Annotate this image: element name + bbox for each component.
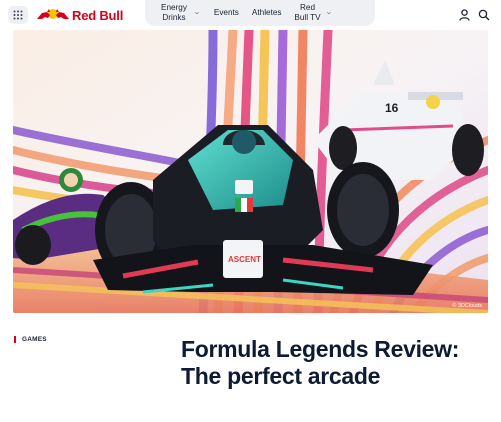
grid-menu-button[interactable] [8, 6, 28, 24]
category-tag[interactable]: GAMES [14, 336, 47, 343]
user-icon[interactable] [459, 9, 470, 21]
nav-red-bull-tv[interactable]: Red Bull TV ⌄ [293, 3, 332, 23]
chevron-down-icon: ⌄ [324, 9, 333, 16]
nav-events-label: Events [213, 8, 239, 17]
racing-cars-illustration: 16 ASCENT [13, 30, 488, 313]
nav-athletes[interactable]: Athletes [252, 8, 282, 18]
article-title: Formula Legends Review: The perfect arca… [181, 336, 460, 389]
site-header: Red Bull Energy Drinks ⌄ Events Athletes… [0, 0, 501, 30]
nav-athletes-label: Athletes [251, 8, 282, 17]
category-label: GAMES [22, 336, 47, 343]
search-icon[interactable] [478, 9, 490, 21]
red-bull-logo-icon [37, 9, 69, 19]
red-bull-logo[interactable]: Red Bull [36, 5, 123, 25]
grid-icon [13, 10, 23, 20]
nav-red-bull-tv-label: Red Bull TV [294, 3, 321, 22]
chevron-down-icon: ⌄ [193, 9, 201, 16]
logo-wordmark: Red Bull [72, 7, 124, 23]
hero-image: 16 ASCENT © 3DClouds [13, 30, 488, 313]
nav-events[interactable]: Events [214, 8, 239, 18]
image-credit: © 3DClouds [452, 303, 482, 309]
svg-text:ASCENT: ASCENT [228, 255, 261, 264]
nav-energy-drinks[interactable]: Energy Drinks ⌄ [157, 3, 201, 23]
category-accent-bar [14, 336, 16, 343]
nav-energy-drinks-label: Energy Drinks [161, 3, 187, 22]
svg-text:16: 16 [385, 101, 399, 115]
main-nav: Energy Drinks ⌄ Events Athletes Red Bull… [145, 0, 375, 26]
